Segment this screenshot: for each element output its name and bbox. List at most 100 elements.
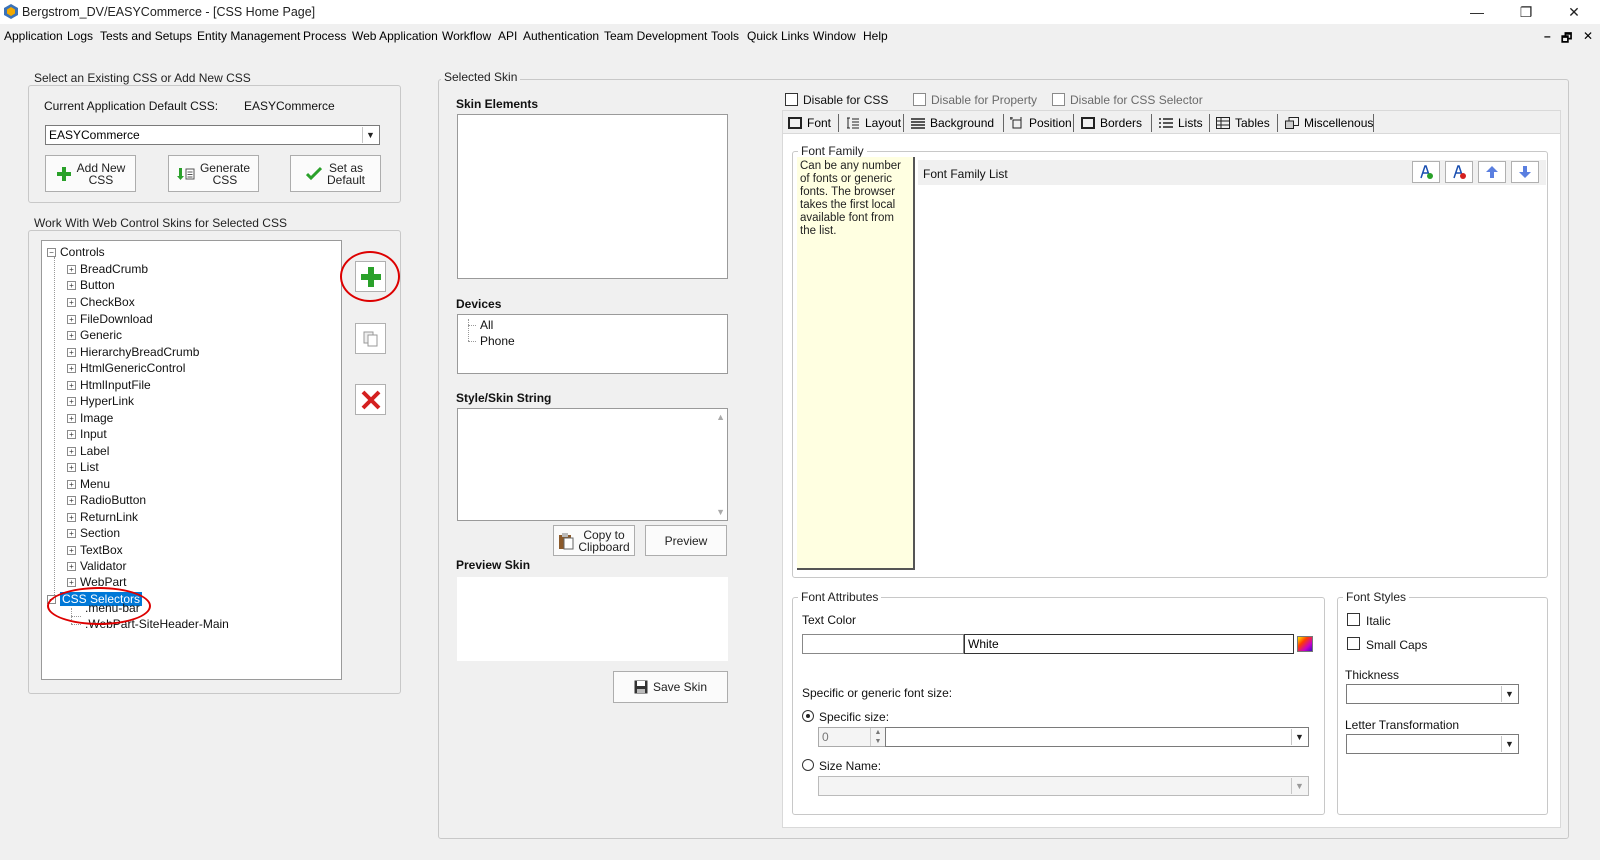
expand-icon[interactable]: + <box>67 298 76 307</box>
tree-item-checkbox[interactable]: + CheckBox <box>67 294 135 310</box>
expand-icon[interactable]: + <box>67 447 76 456</box>
expand-icon[interactable]: + <box>67 281 76 290</box>
tree-item-button[interactable]: + Button <box>67 277 115 293</box>
expand-icon[interactable]: + <box>67 529 76 538</box>
menu-help[interactable]: Help <box>863 29 888 43</box>
tree-item-returnlink[interactable]: + ReturnLink <box>67 509 138 525</box>
tree-item-label[interactable]: + Label <box>67 443 109 459</box>
move-up-button[interactable] <box>1478 161 1506 183</box>
tree-item-htmlinputfile[interactable]: + HtmlInputFile <box>67 377 151 393</box>
menu-tests-and-setups[interactable]: Tests and Setups <box>100 29 192 43</box>
collapse-icon[interactable]: − <box>47 248 56 257</box>
device-all[interactable]: All <box>480 317 493 333</box>
minimize-button[interactable]: — <box>1457 2 1497 22</box>
tab-miscellenous[interactable]: Miscellenous <box>1285 112 1373 134</box>
menu-process[interactable]: Process <box>303 29 346 43</box>
expand-icon[interactable]: + <box>67 430 76 439</box>
expand-icon[interactable]: + <box>67 546 76 555</box>
tree-item-image[interactable]: + Image <box>67 410 113 426</box>
mdi-minimize-button[interactable]: – <box>1544 29 1551 43</box>
remove-font-button[interactable] <box>1445 161 1473 183</box>
close-button[interactable]: ✕ <box>1554 2 1594 22</box>
tree-item-generic[interactable]: + Generic <box>67 327 122 343</box>
tree-item-input[interactable]: + Input <box>67 426 107 442</box>
menu-team-development[interactable]: Team Development <box>604 29 707 43</box>
delete-skin-button[interactable] <box>355 384 386 415</box>
text-color-input[interactable]: White <box>964 634 1294 654</box>
chevron-down-icon[interactable]: ▼ <box>1501 736 1517 752</box>
size-unit-combo[interactable]: ▼ <box>885 727 1309 747</box>
letter-transformation-combo[interactable]: ▼ <box>1346 734 1519 754</box>
disable-css-checkbox[interactable] <box>785 93 798 106</box>
menu-api[interactable]: API <box>498 29 517 43</box>
tree-item-breadcrumb[interactable]: + BreadCrumb <box>67 261 148 277</box>
add-font-button[interactable] <box>1412 161 1440 183</box>
menu-entity-management[interactable]: Entity Management <box>197 29 300 43</box>
specific-size-radio[interactable] <box>802 710 814 722</box>
menu-web-application[interactable]: Web Application <box>352 29 438 43</box>
menu-application[interactable]: Application <box>4 29 63 43</box>
tree-item-validator[interactable]: + Validator <box>67 558 126 574</box>
expand-icon[interactable]: + <box>67 562 76 571</box>
expand-icon[interactable]: + <box>67 414 76 423</box>
tree-item-radiobutton[interactable]: + RadioButton <box>67 492 146 508</box>
css-combo[interactable]: EASYCommerce ▼ <box>45 125 380 145</box>
save-skin-button[interactable]: Save Skin <box>613 671 728 703</box>
mdi-close-button[interactable]: ✕ <box>1583 29 1593 43</box>
menu-workflow[interactable]: Workflow <box>442 29 491 43</box>
expand-icon[interactable]: + <box>67 397 76 406</box>
device-phone[interactable]: Phone <box>480 333 515 349</box>
expand-icon[interactable]: + <box>67 480 76 489</box>
italic-checkbox[interactable] <box>1347 613 1360 626</box>
chevron-down-icon[interactable]: ▼ <box>362 127 378 143</box>
add-new-css-button[interactable]: Add New CSS <box>45 155 136 192</box>
color-picker-icon[interactable] <box>1297 636 1313 652</box>
generate-css-button[interactable]: Generate CSS <box>168 155 259 192</box>
tab-tables[interactable]: Tables <box>1216 112 1270 134</box>
scroll-up-icon[interactable]: ▲ <box>716 412 725 422</box>
restore-button[interactable]: ❐ <box>1506 2 1546 22</box>
thickness-combo[interactable]: ▼ <box>1346 684 1519 704</box>
tree-item-list[interactable]: + List <box>67 459 99 475</box>
tree-root-controls[interactable]: − Controls <box>47 244 105 260</box>
tree-item-section[interactable]: + Section <box>67 525 120 541</box>
tab-font[interactable]: Font <box>788 112 831 134</box>
tab-layout[interactable]: Layout <box>846 112 901 134</box>
chevron-down-icon[interactable]: ▼ <box>1291 778 1307 794</box>
tree-item-htmlgenericcontrol[interactable]: + HtmlGenericControl <box>67 360 185 376</box>
tab-borders[interactable]: Borders <box>1081 112 1142 134</box>
move-down-button[interactable] <box>1511 161 1539 183</box>
disable-property-checkbox[interactable] <box>913 93 926 106</box>
tab-lists[interactable]: Lists <box>1159 112 1203 134</box>
set-as-default-button[interactable]: Set as Default <box>290 155 381 192</box>
expand-icon[interactable]: + <box>67 578 76 587</box>
size-name-radio[interactable] <box>802 759 814 771</box>
scroll-down-icon[interactable]: ▼ <box>716 507 725 517</box>
disable-selector-checkbox[interactable] <box>1052 93 1065 106</box>
mdi-restore-button[interactable]: 🗗 <box>1561 29 1572 50</box>
copy-to-clipboard-button[interactable]: Copy to Clipboard <box>553 525 635 556</box>
tree-item-hyperlink[interactable]: + HyperLink <box>67 393 134 409</box>
menu-window[interactable]: Window <box>813 29 856 43</box>
tab-background[interactable]: Background <box>911 112 994 134</box>
preview-button[interactable]: Preview <box>645 525 727 556</box>
add-skin-button[interactable] <box>355 261 386 292</box>
copy-skin-button[interactable] <box>355 323 386 354</box>
expand-icon[interactable]: + <box>67 331 76 340</box>
tree-item-filedownload[interactable]: + FileDownload <box>67 311 153 327</box>
chevron-down-icon[interactable]: ▼ <box>1501 686 1517 702</box>
menu-quick-links[interactable]: Quick Links <box>747 29 809 43</box>
skin-elements-list[interactable] <box>457 114 728 279</box>
size-name-combo[interactable]: ▼ <box>818 776 1309 796</box>
expand-icon[interactable]: + <box>67 364 76 373</box>
expand-icon[interactable]: + <box>67 463 76 472</box>
expand-icon[interactable]: + <box>67 381 76 390</box>
tree-item-hierarchybreadcrumb[interactable]: + HierarchyBreadCrumb <box>67 344 199 360</box>
tree-item-menu[interactable]: + Menu <box>67 476 110 492</box>
menu-tools[interactable]: Tools <box>711 29 739 43</box>
small-caps-checkbox[interactable] <box>1347 637 1360 650</box>
chevron-down-icon[interactable]: ▼ <box>1291 729 1307 745</box>
menu-logs[interactable]: Logs <box>67 29 93 43</box>
expand-icon[interactable]: + <box>67 348 76 357</box>
stepper-arrows-icon[interactable]: ▲ ▼ <box>870 728 885 746</box>
